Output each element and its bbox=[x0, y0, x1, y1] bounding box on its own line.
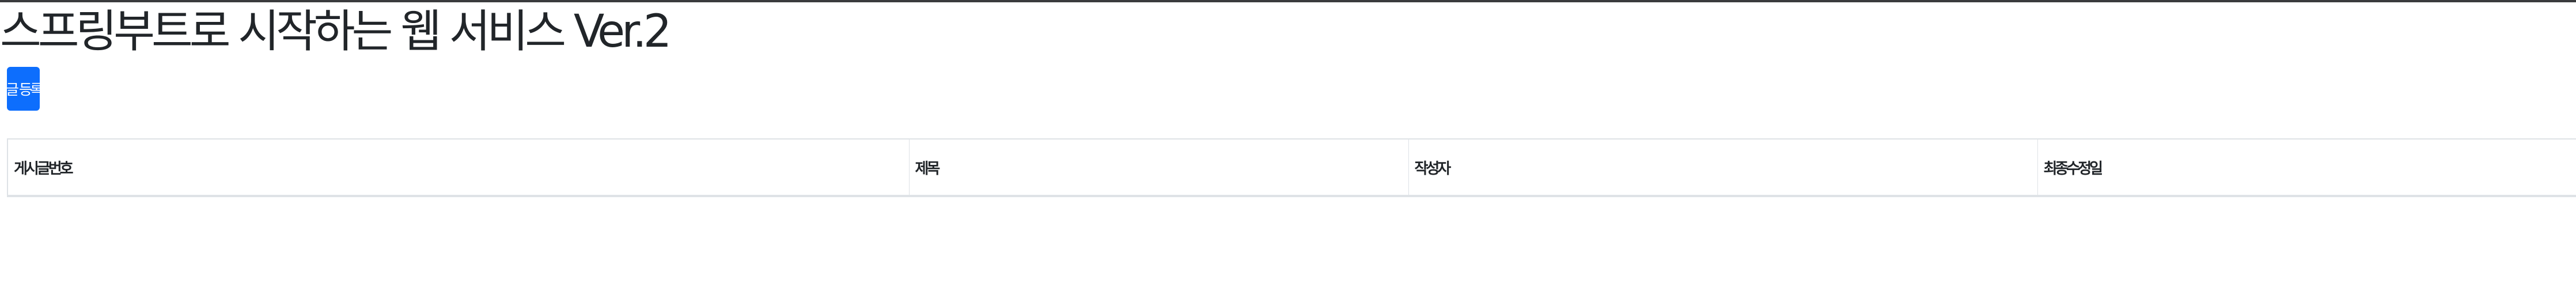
table-header-row: 게시글번호 제목 작성자 최종수정일 bbox=[7, 138, 2576, 197]
register-post-button[interactable]: 글 등록 bbox=[6, 67, 43, 111]
top-border bbox=[0, 0, 2576, 2]
column-header-modified-date: 최종수정일 bbox=[2037, 138, 2576, 197]
column-header-post-number: 게시글번호 bbox=[7, 138, 909, 197]
column-header-title: 제목 bbox=[908, 138, 1408, 197]
column-header-author: 작성자 bbox=[1408, 138, 2037, 197]
posts-table: 게시글번호 제목 작성자 최종수정일 bbox=[7, 138, 2576, 197]
page-title: 스프링부트로 시작하는 웹 서비스 Ver.2 bbox=[0, 6, 672, 58]
